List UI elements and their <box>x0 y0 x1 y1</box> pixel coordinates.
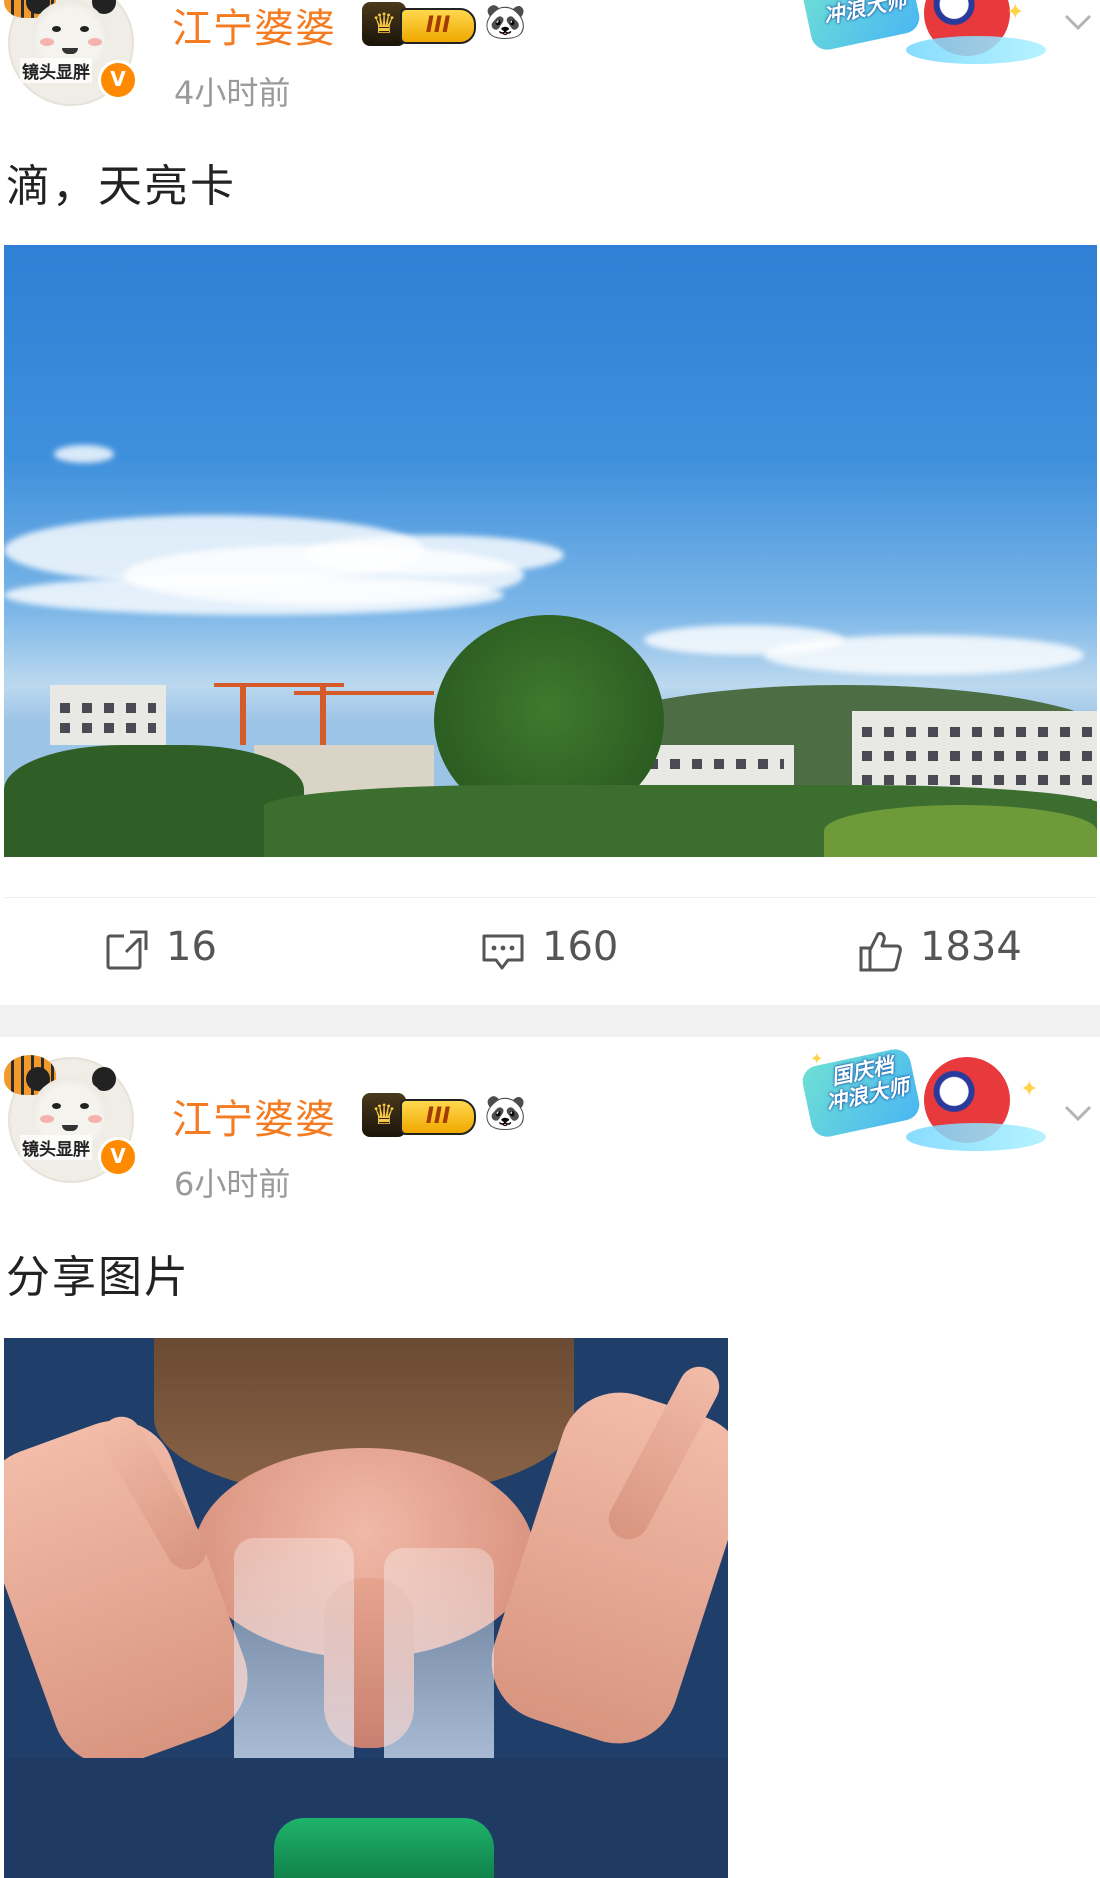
comment-count: 160 <box>542 924 619 970</box>
post-text: 分享图片 <box>6 1252 190 1303</box>
post-timestamp: 6小时前 <box>174 1165 291 1203</box>
panda-icon: 🐼 <box>484 1093 527 1133</box>
post-card: 镜头显胖 V 江宁婆婆 ♛ III 🐼 4小时前 冲浪大师 ✦ 滴，天亮卡 16… <box>0 0 1100 1005</box>
avatar-caption: 镜头显胖 <box>20 1135 92 1160</box>
comment-icon <box>482 934 524 970</box>
chevron-down-icon[interactable] <box>1062 1097 1094 1129</box>
vip-level: III <box>400 8 476 44</box>
avatar[interactable]: 镜头显胖 V <box>4 1055 138 1183</box>
post-timestamp: 4小时前 <box>174 74 291 112</box>
repost-icon <box>106 928 150 970</box>
post-image[interactable] <box>4 1338 728 1878</box>
username[interactable]: 江宁婆婆 <box>172 1087 336 1145</box>
weibo-feed: 镜头显胖 V 江宁婆婆 ♛ III 🐼 4小时前 冲浪大师 ✦ 滴，天亮卡 16… <box>0 0 1100 1878</box>
chevron-down-icon[interactable] <box>1062 6 1094 38</box>
like-button[interactable]: 1834 <box>858 920 1078 980</box>
vip-badge[interactable]: ♛ III <box>362 1093 476 1137</box>
promo-badge[interactable]: 国庆档 冲浪大师 ✦ ✦ <box>799 1046 1050 1157</box>
repost-count: 16 <box>166 924 217 970</box>
vip-badge[interactable]: ♛ III <box>362 2 476 46</box>
repost-button[interactable]: 16 <box>104 920 304 980</box>
thumbs-up-icon <box>859 932 902 972</box>
panda-icon: 🐼 <box>484 2 527 42</box>
vip-level: III <box>400 1099 476 1135</box>
username[interactable]: 江宁婆婆 <box>172 0 336 54</box>
verified-badge-icon: V <box>98 1137 138 1177</box>
avatar[interactable]: 镜头显胖 V <box>4 0 138 106</box>
divider <box>4 897 1097 898</box>
avatar-caption: 镜头显胖 <box>20 58 92 83</box>
comment-button[interactable]: 160 <box>480 920 680 980</box>
feed-separator <box>0 1005 1100 1037</box>
post-image[interactable] <box>4 245 1097 857</box>
post-text: 滴，天亮卡 <box>6 161 236 212</box>
promo-badge[interactable]: 冲浪大师 ✦ <box>799 0 1050 70</box>
verified-badge-icon: V <box>98 60 138 100</box>
like-count: 1834 <box>920 924 1022 970</box>
